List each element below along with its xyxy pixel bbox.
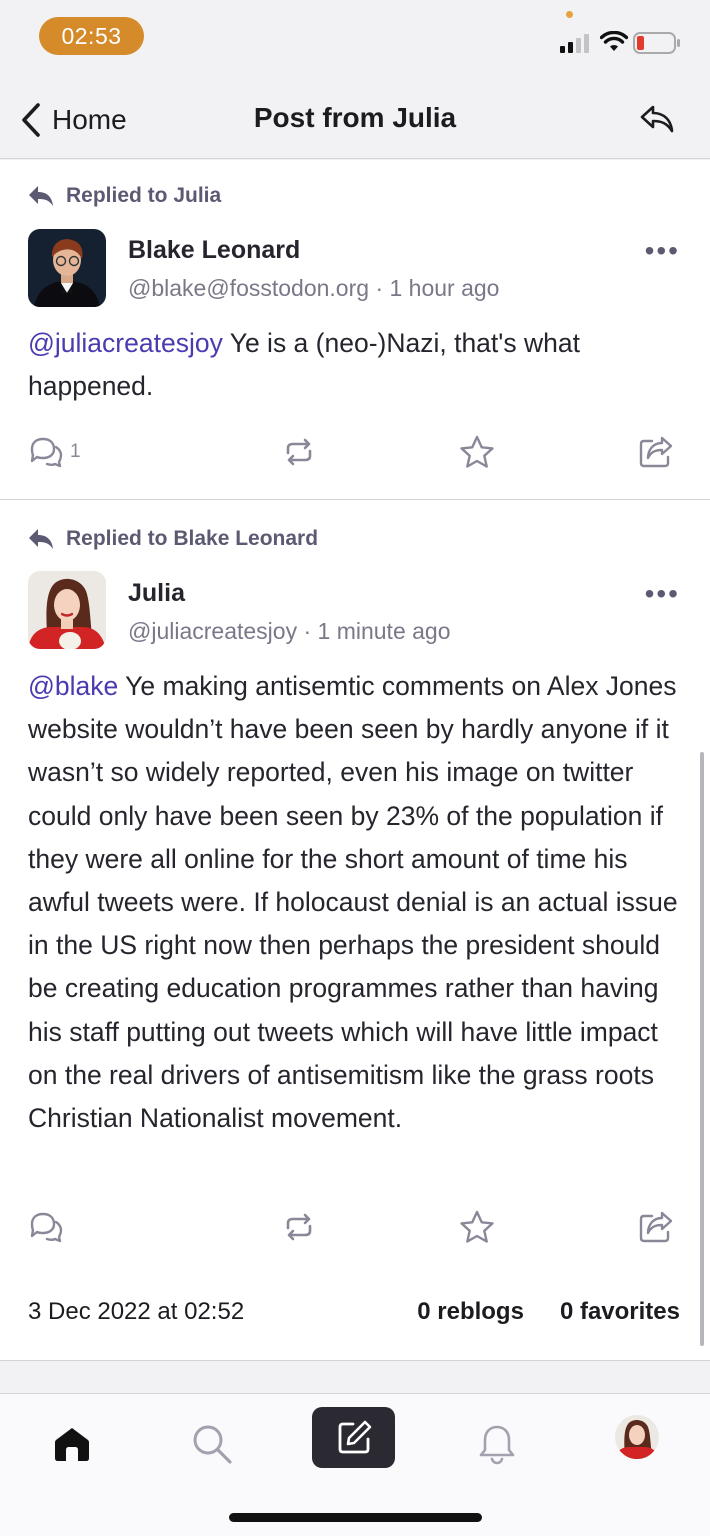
author-name[interactable]: Blake Leonard bbox=[128, 236, 300, 265]
post-content: @blake Ye making antisemtic comments on … bbox=[28, 665, 680, 1140]
compose-button[interactable] bbox=[312, 1407, 395, 1468]
reply-button[interactable]: 1 bbox=[28, 436, 138, 468]
share-button[interactable] bbox=[638, 435, 674, 469]
scrollbar[interactable] bbox=[700, 752, 704, 1346]
favorite-button[interactable] bbox=[459, 435, 495, 469]
mention-link[interactable]: @blake bbox=[28, 671, 118, 701]
post-text: Ye making antisemtic comments on Alex Jo… bbox=[28, 671, 678, 1134]
avatar[interactable] bbox=[28, 229, 106, 307]
boost-button[interactable] bbox=[281, 1211, 317, 1243]
reblogs-count[interactable]: 0 reblogs bbox=[417, 1298, 524, 1326]
home-icon bbox=[55, 1428, 89, 1461]
tab-home[interactable] bbox=[50, 1416, 94, 1472]
navigation-bar: Home Post from Julia bbox=[0, 80, 710, 159]
favorite-button[interactable] bbox=[459, 1210, 495, 1244]
post-meta: 3 Dec 2022 at 02:52 0 reblogs 0 favorite… bbox=[28, 1298, 680, 1326]
home-indicator bbox=[229, 1513, 482, 1522]
repeat-icon bbox=[286, 1213, 311, 1241]
status-time: 02:53 bbox=[39, 17, 144, 55]
tab-search[interactable] bbox=[190, 1416, 234, 1472]
speech-bubbles-icon bbox=[30, 1212, 63, 1243]
reply-button[interactable] bbox=[28, 1211, 138, 1243]
tab-bar bbox=[0, 1393, 710, 1536]
compose-icon bbox=[338, 1420, 371, 1453]
profile-avatar[interactable] bbox=[615, 1415, 659, 1459]
repeat-icon bbox=[286, 438, 311, 466]
status-post[interactable]: Replied to Julia Blake Leonard @blake@fo… bbox=[0, 160, 710, 500]
author-name[interactable]: Julia bbox=[128, 579, 185, 608]
share-button[interactable] bbox=[638, 1210, 674, 1244]
mention-link[interactable]: @juliacreatesjoy bbox=[28, 328, 223, 358]
page-title: Post from Julia bbox=[253, 102, 457, 133]
reply-arrow-icon bbox=[29, 186, 53, 206]
reply-count: 1 bbox=[70, 441, 81, 462]
share-icon bbox=[639, 436, 673, 468]
post-actions bbox=[28, 1207, 674, 1247]
bell-icon bbox=[479, 1425, 515, 1465]
favorites-count[interactable]: 0 favorites bbox=[560, 1298, 680, 1326]
author-handle-time: @juliacreatesjoy · 1 minute ago bbox=[128, 618, 451, 644]
replied-to-text: Replied to Julia bbox=[66, 184, 222, 207]
search-icon bbox=[193, 1425, 232, 1464]
replied-to-line: Replied to Julia bbox=[28, 184, 221, 208]
post-actions: 1 bbox=[28, 432, 674, 472]
cellular-signal-icon bbox=[560, 34, 589, 53]
tab-notifications[interactable] bbox=[475, 1416, 519, 1472]
reply-arrow-icon bbox=[29, 529, 53, 549]
star-icon bbox=[460, 435, 495, 468]
more-options-icon[interactable]: ••• bbox=[645, 580, 680, 608]
author-handle-time: @blake@fosstodon.org · 1 hour ago bbox=[128, 275, 500, 301]
share-icon bbox=[639, 1211, 673, 1243]
more-options-icon[interactable]: ••• bbox=[645, 237, 680, 265]
speech-bubbles-icon bbox=[30, 437, 63, 468]
star-icon bbox=[460, 1210, 495, 1243]
post-content: @juliacreatesjoy Ye is a (neo-)Nazi, tha… bbox=[28, 322, 680, 408]
battery-low-icon bbox=[633, 32, 680, 54]
privacy-indicator-dot bbox=[566, 11, 573, 18]
thread-end-spacer bbox=[0, 1360, 710, 1394]
status-bar: 02:53 bbox=[0, 0, 710, 80]
boost-button[interactable] bbox=[281, 436, 317, 468]
wifi-icon bbox=[600, 31, 628, 51]
post-date: 3 Dec 2022 at 02:52 bbox=[28, 1298, 245, 1325]
reply-icon[interactable] bbox=[640, 104, 674, 134]
replied-to-text: Replied to Blake Leonard bbox=[66, 527, 319, 550]
replied-to-line: Replied to Blake Leonard bbox=[28, 527, 318, 551]
avatar[interactable] bbox=[28, 571, 106, 649]
